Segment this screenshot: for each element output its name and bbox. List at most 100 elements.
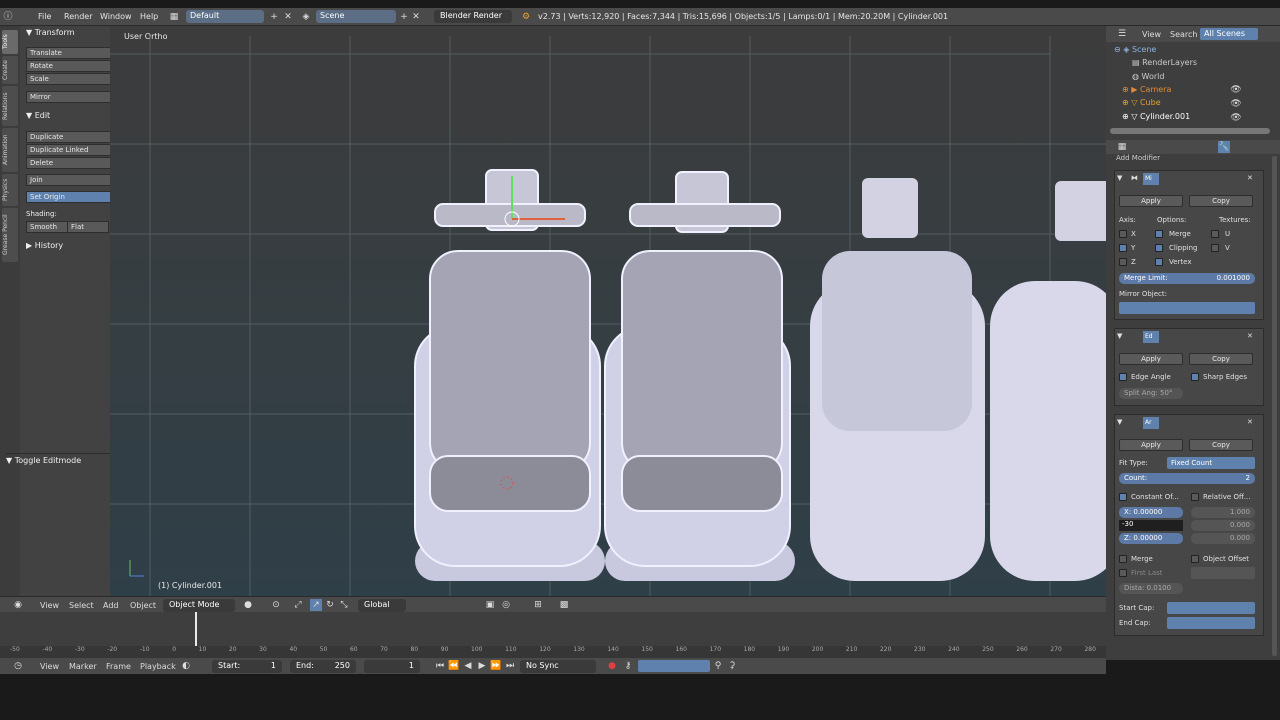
menu-file[interactable]: File xyxy=(38,12,51,21)
scene-icon[interactable]: ◈ xyxy=(300,11,312,23)
split-angle-field[interactable]: Split Ang: 50° xyxy=(1119,388,1183,399)
menu-help[interactable]: Help xyxy=(140,12,158,21)
apply-button[interactable]: Apply xyxy=(1119,439,1183,451)
keying-set-icon[interactable]: ⚷ xyxy=(622,660,634,672)
axis-x-checkbox[interactable] xyxy=(1119,230,1127,238)
mode-select[interactable]: Object Mode xyxy=(163,599,235,612)
flat-button[interactable]: Flat xyxy=(67,221,109,233)
properties-editor-icon[interactable]: ▦ xyxy=(1116,141,1128,153)
tab-physics[interactable]: Physics xyxy=(2,174,18,206)
relative-y-field[interactable]: 0.000 xyxy=(1191,520,1255,531)
seat-other-partial[interactable] xyxy=(990,181,1106,581)
render-engine-select[interactable]: Blender Render xyxy=(434,10,512,23)
merge-limit-field[interactable]: Merge Limit: 0.001000 xyxy=(1119,273,1255,284)
outliner-item-scene[interactable]: ⊖ ◈ Scene xyxy=(1114,45,1156,54)
camera-view-icon[interactable]: ▩ xyxy=(558,599,570,611)
tab-relations[interactable]: Relations xyxy=(2,86,18,126)
constant-z-field[interactable]: Z: 0.00000 xyxy=(1119,533,1183,544)
outliner-editor-icon[interactable]: ☰ xyxy=(1116,28,1128,40)
first-last-checkbox[interactable] xyxy=(1119,569,1127,577)
jump-start-icon[interactable]: ⏮ xyxy=(434,660,446,672)
tab-create[interactable]: Create xyxy=(2,56,18,84)
start-cap-field[interactable] xyxy=(1167,602,1255,614)
constant-offset-checkbox[interactable] xyxy=(1119,493,1127,501)
timeline-area[interactable]: -50 -40 -30 -20 -10 0 10 20 30 40 50 60 … xyxy=(0,612,1106,658)
clipping-checkbox[interactable] xyxy=(1155,244,1163,252)
seat-selected[interactable] xyxy=(414,169,605,581)
modifier-name-field[interactable]: Ed xyxy=(1143,331,1159,343)
menu-add[interactable]: Add xyxy=(103,601,119,610)
current-frame-line[interactable] xyxy=(195,612,197,646)
play-icon[interactable]: ▶ xyxy=(476,660,488,672)
copy-button[interactable]: Copy xyxy=(1189,439,1253,451)
modifier-name-field[interactable]: Mi xyxy=(1143,173,1159,185)
menu-select[interactable]: Select xyxy=(69,601,94,610)
menu-render[interactable]: Render xyxy=(64,12,92,21)
next-key-icon[interactable]: ⏩ xyxy=(490,660,502,672)
layer-lock-icon[interactable]: ◎ xyxy=(500,599,512,611)
outliner-menu-view[interactable]: View xyxy=(1142,30,1161,39)
visibility-eye-icon[interactable]: 👁 xyxy=(1230,98,1242,110)
modifier-name-field[interactable]: Ar xyxy=(1143,417,1159,429)
display-mode-select[interactable]: All Scenes xyxy=(1200,28,1258,40)
offset-object-field[interactable] xyxy=(1191,567,1255,579)
visibility-eye-icon[interactable]: 👁 xyxy=(1230,112,1242,124)
tab-grease-pencil[interactable]: Grease Pencil xyxy=(2,208,18,262)
sync-select[interactable]: No Sync xyxy=(520,660,596,673)
copy-button[interactable]: Copy xyxy=(1189,353,1253,365)
mirror-object-field[interactable] xyxy=(1119,302,1255,314)
axis-y-checkbox[interactable] xyxy=(1119,244,1127,252)
play-reverse-icon[interactable]: ◀ xyxy=(462,660,474,672)
record-icon[interactable]: ● xyxy=(606,660,618,672)
constant-x-field[interactable]: X: 0.00000 xyxy=(1119,507,1183,518)
modifier-tab-icon[interactable]: 🔧 xyxy=(1218,141,1230,153)
copy-button[interactable]: Copy xyxy=(1189,195,1253,207)
texture-u-checkbox[interactable] xyxy=(1211,230,1219,238)
timeline-menu-view[interactable]: View xyxy=(40,662,59,671)
current-frame-field[interactable]: 1 xyxy=(364,660,420,673)
outliner-scrollbar[interactable] xyxy=(1110,128,1270,134)
remove-modifier-icon[interactable]: ✕ xyxy=(1247,418,1253,426)
scale-manip-icon[interactable]: ⤡ xyxy=(338,599,350,611)
timeline-editor-icon[interactable]: ◷ xyxy=(12,660,24,672)
edit-panel-header[interactable]: ▼ Edit xyxy=(26,111,50,120)
prev-key-icon[interactable]: ⏪ xyxy=(448,660,460,672)
menu-window[interactable]: Window xyxy=(100,12,132,21)
shading-mode-icon[interactable]: ● xyxy=(242,599,254,611)
start-frame-field[interactable]: Start: 1 xyxy=(212,660,282,673)
layout-field[interactable]: Default xyxy=(186,10,264,23)
outliner-menu-search[interactable]: Search xyxy=(1170,30,1197,39)
snap-icon[interactable]: ⊞ xyxy=(532,599,544,611)
insert-key-icon[interactable]: ⚲ xyxy=(712,660,724,672)
merge-checkbox[interactable] xyxy=(1119,555,1127,563)
smooth-button[interactable]: Smooth xyxy=(26,221,68,233)
collapse-arrow-icon[interactable]: ▼ xyxy=(1117,418,1122,426)
transform-panel-header[interactable]: ▼ Transform xyxy=(26,28,75,37)
outliner-item-camera[interactable]: ⊕ ▶ Camera xyxy=(1122,85,1171,94)
pivot-icon[interactable]: ⊙ xyxy=(270,599,282,611)
apply-button[interactable]: Apply xyxy=(1119,353,1183,365)
translate-manip-icon[interactable]: ↗ xyxy=(310,599,322,611)
count-field[interactable]: Count: 2 xyxy=(1119,473,1255,484)
outliner-item-cube[interactable]: ⊕ ▽ Cube xyxy=(1122,98,1161,107)
seat-array-copy[interactable] xyxy=(604,171,795,581)
merge-checkbox[interactable] xyxy=(1155,230,1163,238)
sharp-edges-checkbox[interactable] xyxy=(1191,373,1199,381)
end-frame-field[interactable]: End: 250 xyxy=(290,660,356,673)
jump-end-icon[interactable]: ⏭ xyxy=(504,660,516,672)
editor-type-icon[interactable]: ◉ xyxy=(12,599,24,611)
layers-icon[interactable]: ▣ xyxy=(484,599,496,611)
timeline-menu-marker[interactable]: Marker xyxy=(69,662,97,671)
outliner-item-cylinder[interactable]: ⊕ ▽ Cylinder.001 xyxy=(1122,112,1190,121)
properties-scrollbar[interactable] xyxy=(1272,156,1277,656)
timeline-menu-playback[interactable]: Playback xyxy=(140,662,176,671)
outliner-item-renderlayers[interactable]: ▤ RenderLayers xyxy=(1132,58,1197,67)
relative-x-field[interactable]: 1.000 xyxy=(1191,507,1255,518)
end-cap-field[interactable] xyxy=(1167,617,1255,629)
delete-key-icon[interactable]: ⚳ xyxy=(726,660,738,672)
collapse-arrow-icon[interactable]: ▼ xyxy=(1117,332,1122,340)
operator-panel-header[interactable]: ▼ Toggle Editmode xyxy=(6,453,110,465)
object-offset-checkbox[interactable] xyxy=(1191,555,1199,563)
seat-other[interactable] xyxy=(810,178,985,581)
constant-y-field-editing[interactable]: -30 xyxy=(1119,520,1183,531)
